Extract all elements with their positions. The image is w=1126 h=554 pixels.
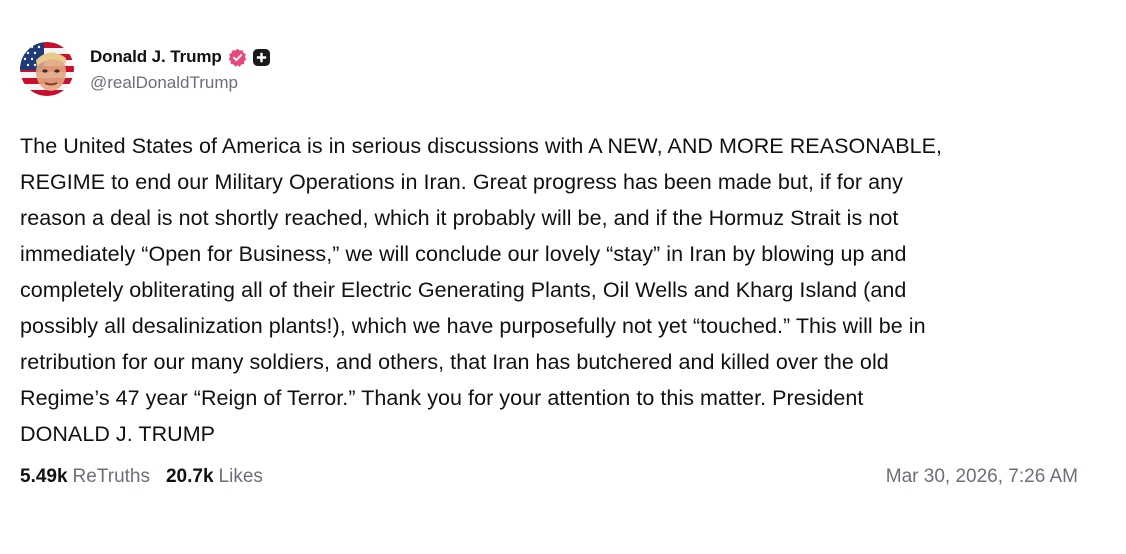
name-row: Donald J. Trump — [90, 45, 270, 69]
post-body-text: The United States of America is in serio… — [20, 134, 943, 446]
retruths-stat[interactable]: 5.49k ReTruths — [20, 466, 150, 488]
post-header: Donald J. Trump @realDonaldTrump — [20, 42, 270, 96]
plus-badge-icon — [252, 48, 270, 66]
post-footer: 5.49k ReTruths 20.7k Likes Mar 30, 2026,… — [20, 466, 1078, 488]
post-timestamp[interactable]: Mar 30, 2026, 7:26 AM — [886, 466, 1078, 488]
retruths-label: ReTruths — [72, 466, 150, 487]
display-name[interactable]: Donald J. Trump — [90, 47, 222, 67]
user-handle[interactable]: @realDonaldTrump — [90, 73, 270, 93]
author-names: Donald J. Trump @realDonaldTrump — [90, 45, 270, 93]
retruths-count: 5.49k — [20, 466, 68, 487]
post-card: Donald J. Trump @realDonaldTrump The Uni… — [0, 0, 1126, 554]
likes-label: Likes — [218, 466, 263, 487]
likes-stat[interactable]: 20.7k Likes — [166, 466, 263, 488]
avatar[interactable] — [20, 42, 74, 96]
likes-count: 20.7k — [165, 466, 214, 487]
avatar-image — [20, 42, 74, 96]
verified-badge-icon — [228, 48, 247, 67]
